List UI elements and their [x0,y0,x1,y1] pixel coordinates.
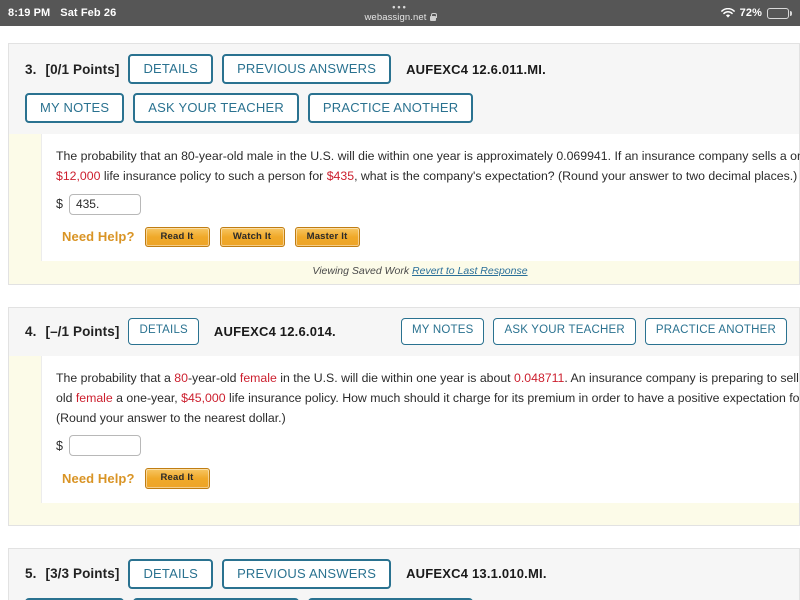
q4-age-value-1: 80 [174,370,188,385]
read-it-button-q4[interactable]: Read It [144,468,210,489]
question-4-body-wrapper: The probability that a 80-year-old femal… [9,355,800,525]
details-button-q3[interactable]: DETAILS [128,54,214,84]
q4-gender-value-2: female [75,390,113,405]
question-3-answer-row: $ [56,193,785,215]
question-4-text-line-2: old female a one-year, $45,000 life insu… [56,388,800,408]
question-5-code: AUFEXC4 13.1.010.MI. [406,566,547,582]
my-notes-button-q4[interactable]: MY NOTES [401,318,485,345]
question-4-points: [–/1 Points] [45,323,120,339]
read-it-button-q3[interactable]: Read It [144,226,210,248]
question-4-text-line-1: The probability that a 80-year-old femal… [56,368,800,388]
q4-gender-value-1: female [239,370,277,385]
question-4-code: AUFEXC4 12.6.014. [213,323,336,339]
status-bar-left: 8:19 PM Sat Feb 26 [8,7,116,19]
q4-seg-e: in the U.S. will die within one year is … [276,370,515,385]
battery-icon [767,7,792,19]
previous-answers-button-q3[interactable]: PREVIOUS ANSWERS [222,54,392,84]
q4-seg-2a: old [56,390,76,405]
lock-icon [429,13,437,21]
q4-probability-value: 0.048711 [514,370,565,385]
question-3-body: The probability that an 80-year-old male… [41,134,800,262]
master-it-button-q3[interactable]: Master It [294,226,360,248]
status-time: 8:19 PM [8,7,51,19]
details-button-q5[interactable]: DETAILS [128,558,214,589]
answer-input-q3[interactable] [68,193,141,215]
question-4-text-line-3: (Round your answer to the nearest dollar… [56,411,286,426]
practice-another-button-q3[interactable]: PRACTICE ANOTHER [307,93,474,123]
q4-seg-2c: a one-year, [112,390,182,405]
wifi-icon [720,7,735,19]
question-3-saved-work-bar: Viewing Saved Work Revert to Last Respon… [41,261,799,285]
page-url: webassign.net [364,11,427,23]
q4-seg-c: -year-old [187,370,240,385]
question-3-text-line-2: $12,000 life insurance policy to such a … [56,166,797,186]
question-3-header-row-2: MY NOTES ASK YOUR TEACHER PRACTICE ANOTH… [9,93,799,123]
question-5-number: 5. [25,566,37,582]
need-help-label-q4: Need Help? [62,471,135,487]
answer-input-q4[interactable] [68,435,141,457]
question-3-text-line-1: The probability that an 80-year-old male… [56,149,800,163]
question-3-number: 3. [25,61,37,77]
tab-overview-dots-icon: ••• [392,1,408,12]
q3-text-seg-e: , what is the company's expectation? (Ro… [354,169,798,184]
question-3-points: [0/1 Points] [45,61,120,77]
question-card-5: 5. [3/3 Points] DETAILS PREVIOUS ANSWERS… [8,547,800,600]
q4-seg-g: . An insurance company is preparing to s… [564,370,800,385]
q4-seg-a: The probability that a [56,370,175,385]
question-3-header-row-1: 3. [0/1 Points] DETAILS PREVIOUS ANSWERS… [9,54,799,84]
q4-policy-amount-value: $45,000 [181,390,226,405]
need-help-label-q3: Need Help? [62,229,135,245]
viewing-saved-work-label: Viewing Saved Work [312,265,410,278]
amount-policy-value: $12,000 [56,169,101,184]
question-5-points: [3/3 Points] [45,566,120,582]
ask-your-teacher-button-q3[interactable]: ASK YOUR TEACHER [133,93,299,123]
my-notes-button-q3[interactable]: MY NOTES [25,93,125,123]
amount-premium-value: $435 [326,169,355,184]
question-3-need-help-row: Need Help? Read It Watch It Master It [56,226,785,248]
question-3-code: AUFEXC4 12.6.011.MI. [406,61,546,77]
question-3-body-wrapper: The probability that an 80-year-old male… [9,134,800,285]
watch-it-button-q3[interactable]: Watch It [219,226,285,248]
ask-your-teacher-button-q4[interactable]: ASK YOUR TEACHER [493,318,636,345]
dollar-sign-q3: $ [56,197,63,212]
revert-to-last-response-link[interactable]: Revert to Last Response [412,265,528,277]
battery-percent-label: 72% [739,7,762,19]
status-bar-right: 72% [720,7,792,19]
q3-text-seg-c: life insurance policy to such a person f… [100,169,327,184]
status-date: Sat Feb 26 [60,7,117,19]
question-4-answer-row: $ [56,435,785,457]
webassign-assignment-page: 3. [0/1 Points] DETAILS PREVIOUS ANSWERS… [0,26,800,600]
browser-address-display: ••• webassign.net [0,0,800,26]
url-row: webassign.net [364,11,437,23]
question-4-bottom-padding [41,502,799,525]
details-button-q4[interactable]: DETAILS [128,318,199,345]
practice-another-button-q4[interactable]: PRACTICE ANOTHER [644,318,787,345]
question-4-number: 4. [25,323,37,339]
question-card-3: 3. [0/1 Points] DETAILS PREVIOUS ANSWERS… [8,43,800,286]
previous-answers-button-q5[interactable]: PREVIOUS ANSWERS [222,558,392,589]
dollar-sign-q4: $ [56,438,63,453]
question-4-header-row: 4. [–/1 Points] DETAILS AUFEXC4 12.6.014… [9,318,799,345]
ios-status-bar: 8:19 PM Sat Feb 26 ••• webassign.net 72% [0,0,800,26]
question-card-4: 4. [–/1 Points] DETAILS AUFEXC4 12.6.014… [8,307,800,526]
q4-seg-2e: life insurance policy. How much should i… [225,390,800,405]
question-4-body: The probability that a 80-year-old femal… [41,355,800,503]
question-4-need-help-row: Need Help? Read It [56,468,785,489]
question-5-header-row-1: 5. [3/3 Points] DETAILS PREVIOUS ANSWERS… [9,558,799,589]
